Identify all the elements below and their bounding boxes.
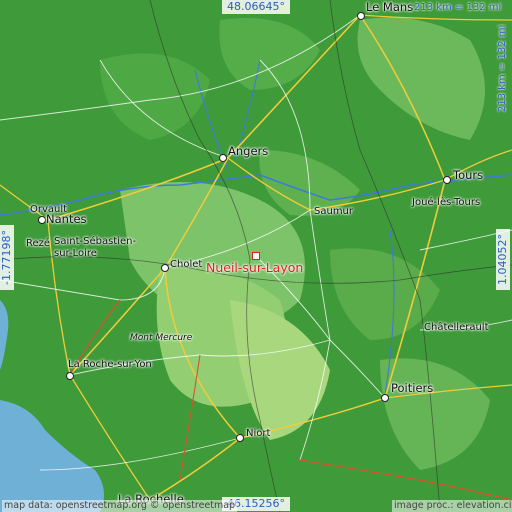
place-cholet: Cholet <box>170 259 203 270</box>
attribution-image-proc: image proc.: elevation.city <box>392 500 512 512</box>
city-marker-le-mans <box>357 12 365 20</box>
city-marker-la-roche <box>66 372 74 380</box>
place-joue: Joué-lès-Tours <box>412 197 481 208</box>
coord-right-longitude: 1.04052° <box>496 229 511 290</box>
place-poitiers: Poitiers <box>391 381 434 395</box>
place-le-mans: Le Mans <box>366 0 414 14</box>
place-reze: Rezé <box>26 238 51 249</box>
place-chatellerault: Châtellerault <box>424 322 489 333</box>
city-marker-cholet <box>161 264 169 272</box>
place-niort: Niort <box>246 428 271 439</box>
city-marker-tours <box>443 176 451 184</box>
place-saint-sebastien-2: sur-Loire <box>54 248 97 259</box>
map-view[interactable]: Le Mans Angers Tours Saumur Joué-lès-Tou… <box>0 0 512 512</box>
city-marker-angers <box>219 154 227 162</box>
scale-vertical: 213 km = 132 mi <box>497 24 508 112</box>
place-angers: Angers <box>228 144 269 158</box>
place-la-roche: La Roche-sur-Yon <box>68 359 152 370</box>
coord-left-longitude: -1.77198° <box>0 225 15 290</box>
place-nantes: Nantes <box>46 212 87 226</box>
place-mont-mercure: Mont Mercure <box>130 333 193 343</box>
target-location-marker[interactable] <box>252 252 260 260</box>
city-marker-poitiers <box>381 394 389 402</box>
city-marker-niort <box>236 434 244 442</box>
city-marker-nantes <box>38 216 46 224</box>
scale-horizontal: 213 km = 132 mi <box>414 2 502 13</box>
coord-top-latitude: 48.06645° <box>222 0 290 15</box>
place-saumur: Saumur <box>314 206 354 217</box>
attribution-map-data: map data: openstreetmap.org © openstreet… <box>2 500 238 512</box>
place-saint-sebastien-1: Saint-Sébastien- <box>54 236 137 247</box>
place-tours: Tours <box>453 168 484 182</box>
target-location-label: Nueil-sur-Layon <box>206 260 304 275</box>
